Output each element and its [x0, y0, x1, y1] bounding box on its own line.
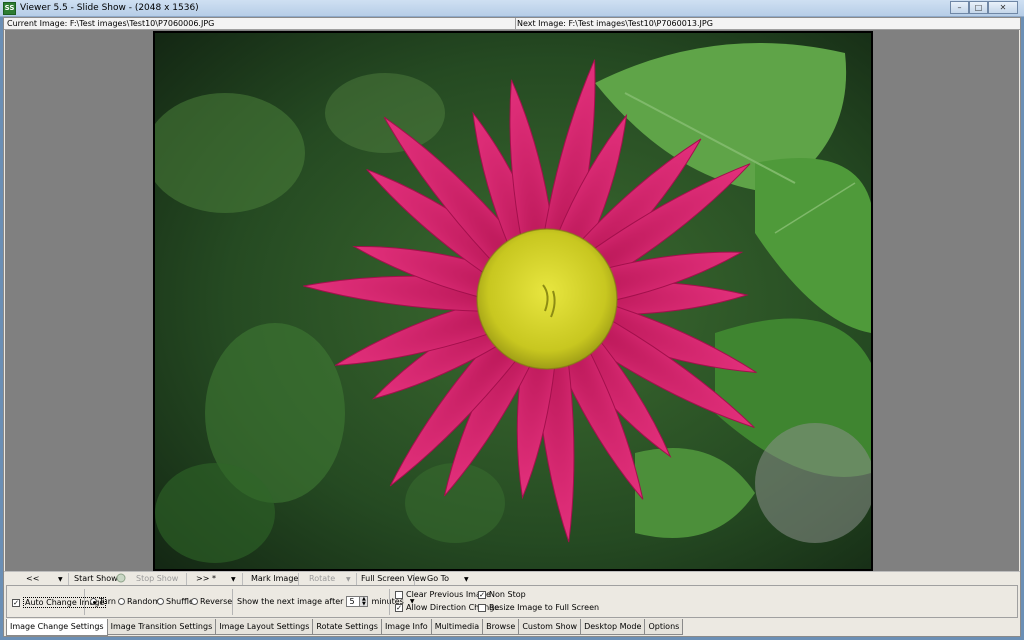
radio-icon — [90, 598, 97, 605]
tab-options[interactable]: Options — [644, 619, 684, 635]
stop-show-button[interactable]: Stop Show — [136, 574, 178, 583]
tab-image-change-settings[interactable]: Image Change Settings — [6, 619, 108, 636]
resize-to-full-screen-checkbox[interactable]: Resize Image to Full Screen — [478, 603, 599, 612]
interval-setting: Show the next image after 5 ▲ ▼ minutes ▼ — [237, 596, 415, 607]
slideshow-toolbar: << ▼ Start Show Stop Show >> * ▼ Mark Im… — [4, 571, 1020, 585]
check-icon: ✓ — [395, 603, 403, 612]
window-controls: – □ ✕ — [950, 1, 1018, 14]
chevron-down-icon: ▼ — [346, 576, 351, 583]
slide-image[interactable] — [153, 31, 873, 571]
shuffle-radio[interactable]: Shuffle — [157, 597, 194, 606]
current-image-path: Current Image: F:\Test images\Test10\P70… — [7, 19, 215, 28]
toolbar-divider — [68, 573, 69, 585]
minimize-button[interactable]: – — [950, 1, 969, 14]
turn-radio[interactable]: Turn — [90, 597, 116, 606]
rotate-dropdown[interactable]: ▼ — [346, 574, 351, 583]
options-divider — [84, 589, 85, 615]
radio-icon — [118, 598, 125, 605]
stepper-arrows-icon[interactable]: ▲ ▼ — [360, 596, 369, 607]
flower-photo — [155, 33, 871, 569]
image-change-options: ✓ Auto Change Image Turn Random Shuffle … — [6, 585, 1018, 618]
toolbar-divider — [186, 573, 187, 585]
tab-image-info[interactable]: Image Info — [380, 619, 432, 635]
toolbar-divider — [356, 573, 357, 585]
image-viewer — [5, 30, 1019, 571]
previous-button[interactable]: << — [26, 574, 39, 583]
tab-desktop-mode[interactable]: Desktop Mode — [580, 619, 646, 635]
settings-tabs: Image Change Settings Image Transition Se… — [4, 619, 1020, 636]
stop-icon — [116, 573, 126, 585]
interval-stepper[interactable]: 5 ▲ ▼ — [346, 596, 369, 607]
toolbar-divider — [298, 573, 299, 585]
radio-icon — [157, 598, 164, 605]
path-bar: Current Image: F:\Test images\Test10\P70… — [4, 18, 1020, 30]
tab-multimedia[interactable]: Multimedia — [430, 619, 484, 635]
options-divider — [232, 589, 233, 615]
window-title: Viewer 5.5 - Slide Show - (2048 x 1536) — [20, 3, 199, 13]
tab-browse[interactable]: Browse — [482, 619, 520, 635]
app-icon: SS — [3, 2, 16, 15]
path-divider — [515, 18, 516, 30]
check-icon: ✓ — [12, 598, 20, 607]
radio-icon — [191, 598, 198, 605]
main-client: Current Image: F:\Test images\Test10\P70… — [3, 17, 1021, 637]
tab-custom-show[interactable]: Custom Show — [518, 619, 582, 635]
next-image-path: Next Image: F:\Test images\Test10\P70600… — [517, 19, 713, 28]
chevron-down-icon: ▼ — [464, 576, 469, 583]
options-divider — [389, 589, 390, 615]
start-show-button[interactable]: Start Show — [74, 574, 118, 583]
next-button[interactable]: >> * — [196, 574, 216, 583]
maximize-button[interactable]: □ — [969, 1, 988, 14]
tab-image-layout-settings[interactable]: Image Layout Settings — [215, 619, 314, 635]
checkbox-icon — [478, 603, 486, 612]
toolbar-divider — [414, 573, 415, 585]
non-stop-checkbox[interactable]: ✓ Non Stop — [478, 590, 526, 599]
mark-image-button[interactable]: Mark Image — [251, 574, 298, 583]
tab-image-transition-settings[interactable]: Image Transition Settings — [106, 619, 217, 635]
full-screen-view-button[interactable]: Full Screen View — [361, 574, 426, 583]
tab-rotate-settings[interactable]: Rotate Settings — [312, 619, 382, 635]
title-bar: SS Viewer 5.5 - Slide Show - (2048 x 153… — [0, 0, 1024, 17]
random-radio[interactable]: Random — [118, 597, 160, 606]
clear-previous-image-checkbox[interactable]: Clear Previous Image — [395, 590, 491, 599]
checkbox-icon — [395, 590, 403, 599]
check-icon: ✓ — [478, 590, 486, 599]
toolbar-divider — [242, 573, 243, 585]
next-dropdown[interactable]: ▼ — [231, 574, 236, 583]
chevron-down-icon: ▼ — [58, 576, 63, 583]
go-to-button[interactable]: Go To — [427, 574, 449, 583]
chevron-down-icon: ▼ — [231, 576, 236, 583]
go-to-dropdown[interactable]: ▼ — [464, 574, 469, 583]
reverse-radio[interactable]: Reverse — [191, 597, 232, 606]
close-button[interactable]: ✕ — [988, 1, 1018, 14]
previous-dropdown[interactable]: ▼ — [58, 574, 63, 583]
rotate-button[interactable]: Rotate — [309, 574, 335, 583]
